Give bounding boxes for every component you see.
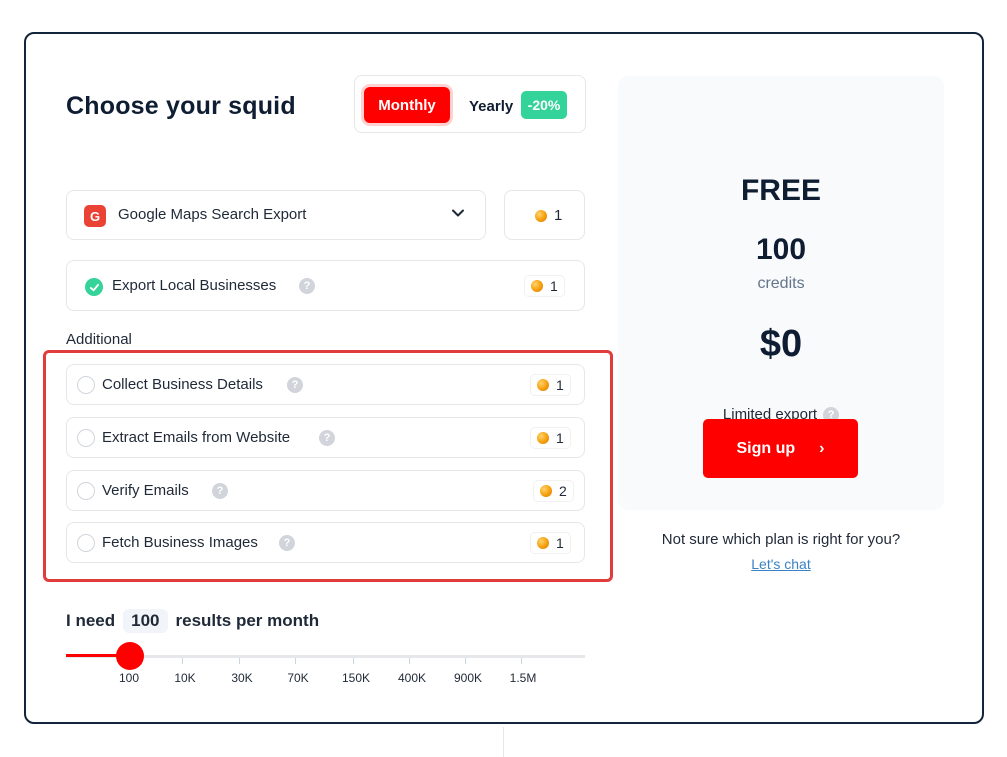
credit-value: 1: [550, 278, 558, 294]
chevron-right-icon: ›: [819, 439, 825, 457]
slider-tick-label[interactable]: 400K: [398, 671, 426, 685]
main-option-export-local-businesses[interactable]: Export Local Businesses ? 1: [66, 260, 585, 311]
help-icon[interactable]: ?: [287, 377, 303, 393]
credit-pill: 1: [524, 275, 565, 297]
additional-heading: Additional: [66, 331, 132, 348]
credit-value: 1: [556, 377, 564, 393]
chevron-down-icon: [452, 209, 464, 217]
plan-credits: 100: [755, 233, 807, 266]
credit-pill: 1: [530, 427, 571, 449]
sign-up-label: Sign up: [736, 439, 796, 457]
option-label: Collect Business Details: [102, 376, 263, 393]
sign-up-button[interactable]: Sign up ›: [703, 419, 858, 478]
slider-tick-label[interactable]: 30K: [231, 671, 252, 685]
credit-coin-icon: [537, 379, 549, 391]
help-icon[interactable]: ?: [299, 278, 315, 294]
yearly-discount-badge: -20%: [521, 91, 567, 119]
plan-credits-label: credits: [757, 275, 805, 292]
option-radio[interactable]: [77, 376, 95, 394]
product-select-label: Google Maps Search Export: [118, 206, 307, 223]
option-fetch-business-images[interactable]: Fetch Business Images ? 1: [66, 522, 585, 563]
plan-name: FREE: [740, 174, 821, 207]
credit-coin-icon: [540, 485, 552, 497]
page-title: Choose your squid: [66, 92, 296, 120]
slider-tick: [295, 658, 296, 664]
billing-period-toggle: Monthly Yearly -20%: [354, 75, 586, 133]
credit-pill: 1: [530, 532, 571, 554]
slider-tick-label[interactable]: 150K: [342, 671, 370, 685]
slider-tick: [353, 658, 354, 664]
help-icon[interactable]: ?: [212, 483, 228, 499]
yearly-button[interactable]: Yearly: [469, 94, 513, 118]
main-option-label: Export Local Businesses: [112, 277, 277, 294]
slider-tick-label[interactable]: 100: [119, 671, 139, 685]
slider-tick: [239, 658, 240, 664]
credit-coin-icon: [535, 210, 547, 222]
lets-chat-link[interactable]: Let's chat: [618, 556, 944, 572]
volume-slider-thumb[interactable]: [116, 642, 144, 670]
plan-help-question: Not sure which plan is right for you?: [661, 531, 901, 548]
checkmark-icon: [85, 278, 103, 296]
slider-tick: [521, 658, 522, 664]
option-radio[interactable]: [77, 482, 95, 500]
credit-coin-icon: [537, 432, 549, 444]
volume-statement: I need 100 results per month: [66, 609, 319, 633]
credit-value: 1: [556, 430, 564, 446]
credit-coin-icon: [537, 537, 549, 549]
credit-value: 2: [559, 483, 567, 499]
plan-price: $0: [759, 323, 803, 365]
credit-coin-icon: [531, 280, 543, 292]
product-select[interactable]: G Google Maps Search Export: [66, 190, 486, 240]
help-icon[interactable]: ?: [319, 430, 335, 446]
credit-pill: 2: [533, 480, 574, 502]
monthly-button[interactable]: Monthly: [364, 87, 450, 123]
slider-tick: [409, 658, 410, 664]
credit-pill: 1: [530, 374, 571, 396]
volume-suffix: results per month: [175, 611, 320, 630]
slider-tick-label[interactable]: 900K: [454, 671, 482, 685]
divider-line: [503, 727, 504, 757]
credit-value: 1: [556, 535, 564, 551]
option-verify-emails[interactable]: Verify Emails ? 2: [66, 470, 585, 511]
slider-tick-label[interactable]: 10K: [174, 671, 195, 685]
volume-prefix: I need: [66, 611, 116, 630]
slider-tick-label[interactable]: 1.5M: [510, 671, 537, 685]
option-radio[interactable]: [77, 534, 95, 552]
option-collect-business-details[interactable]: Collect Business Details ? 1: [66, 364, 585, 405]
option-label: Fetch Business Images: [102, 534, 258, 551]
option-radio[interactable]: [77, 429, 95, 447]
google-icon: G: [84, 205, 106, 227]
slider-tick-label[interactable]: 70K: [287, 671, 308, 685]
slider-tick: [465, 658, 466, 664]
option-label: Verify Emails: [102, 482, 189, 499]
product-credits-value: 1: [554, 207, 563, 224]
pricing-card: Choose your squid Monthly Yearly -20% G …: [24, 32, 984, 724]
volume-value: 100: [123, 609, 168, 633]
option-extract-emails[interactable]: Extract Emails from Website ? 1: [66, 417, 585, 458]
product-credits: 1: [504, 190, 585, 240]
option-label: Extract Emails from Website: [102, 429, 291, 446]
slider-tick: [182, 658, 183, 664]
help-icon[interactable]: ?: [279, 535, 295, 551]
